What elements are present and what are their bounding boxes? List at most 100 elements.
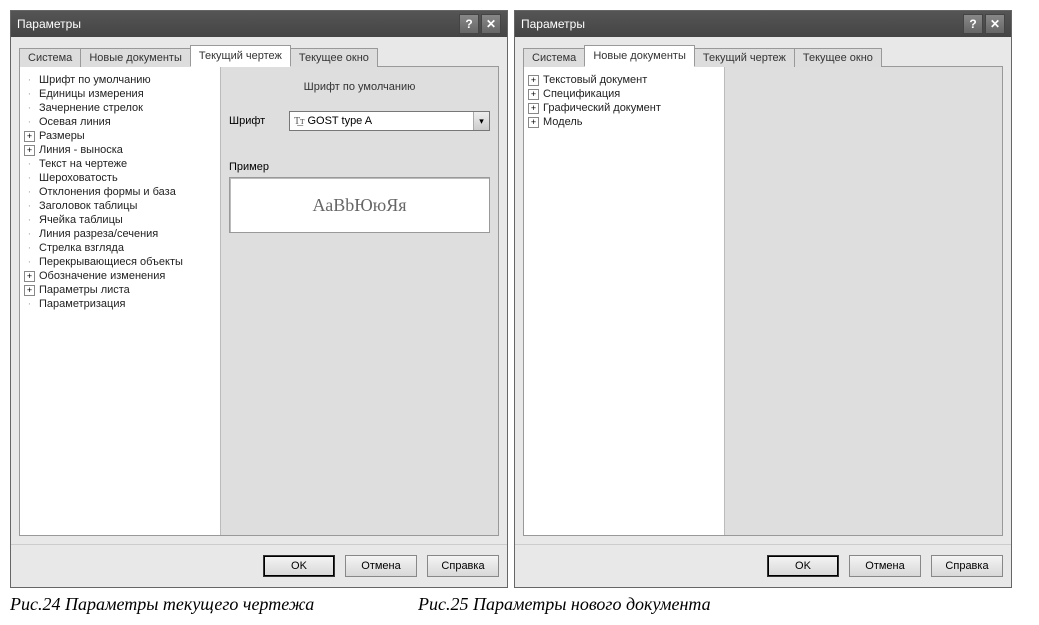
tree-item-label: Осевая линия: [39, 116, 111, 128]
help-button[interactable]: Справка: [427, 555, 499, 577]
tree-item-label: Текстовый документ: [543, 74, 647, 86]
cancel-button[interactable]: Отмена: [849, 555, 921, 577]
chevron-down-icon: ▾: [473, 112, 489, 130]
tree-item[interactable]: ·Параметризация: [24, 297, 216, 311]
tree-item[interactable]: ·Отклонения формы и база: [24, 185, 216, 199]
help-button[interactable]: Справка: [931, 555, 1003, 577]
tree-pane: ·Шрифт по умолчанию·Единицы измерения·За…: [20, 67, 220, 535]
tree-item[interactable]: · Единицы измерения: [24, 87, 216, 101]
tree-item-label: Размеры: [39, 130, 85, 142]
expand-icon[interactable]: +: [24, 285, 35, 296]
tree-item[interactable]: +Обозначение изменения: [24, 269, 216, 283]
tree-item-label: Единицы измерения: [39, 88, 144, 100]
help-titlebar-button[interactable]: ?: [459, 14, 479, 34]
tab-system[interactable]: Система: [523, 48, 585, 67]
tree-branch-icon: ·: [24, 214, 35, 226]
close-icon: ✕: [990, 17, 1000, 31]
expand-icon[interactable]: +: [528, 103, 539, 114]
titlebar: Параметры ? ✕: [11, 11, 507, 37]
tree-item[interactable]: · Шрифт по умолчанию: [24, 73, 216, 87]
tree-item-label: Параметры листа: [39, 284, 130, 296]
cancel-button[interactable]: Отмена: [345, 555, 417, 577]
section-title: Шрифт по умолчанию: [229, 75, 490, 111]
tab-new-documents[interactable]: Новые документы: [584, 45, 695, 67]
tree-item-label: Стрелка взгляда: [39, 242, 124, 254]
tree-item[interactable]: + Модель: [528, 115, 720, 129]
tree-branch-icon: ·: [24, 158, 35, 170]
tabpanel: + Текстовый документ + Спецификация + Графиче…: [523, 66, 1003, 536]
expand-icon[interactable]: +: [24, 131, 35, 142]
expand-icon[interactable]: +: [528, 117, 539, 128]
tree-item-label: Спецификация: [543, 88, 620, 100]
tree-branch-icon: ·: [24, 172, 35, 184]
figure-captions: Рис.24 Параметры текущего чертежа Рис.25…: [10, 594, 1029, 615]
tree-item[interactable]: + Текстовый документ: [528, 73, 720, 87]
tree-branch-icon: ·: [24, 242, 35, 254]
tree-item[interactable]: + Спецификация: [528, 87, 720, 101]
tree-branch-icon: ·: [24, 228, 35, 240]
tab-current-drawing[interactable]: Текущий чертеж: [190, 45, 291, 67]
tree-item-label: Линия - выноска: [39, 144, 123, 156]
expand-icon[interactable]: +: [24, 271, 35, 282]
close-icon: ✕: [486, 17, 496, 31]
tree-item[interactable]: + Графический документ: [528, 101, 720, 115]
font-label: Шрифт: [229, 115, 279, 127]
dialog-parameters-right: Параметры ? ✕ Система Новые документы Те…: [514, 10, 1012, 588]
tree-item[interactable]: ·Заголовок таблицы: [24, 199, 216, 213]
tree-item[interactable]: · Стрелка взгляда: [24, 241, 216, 255]
expand-icon[interactable]: +: [528, 89, 539, 100]
tree-item-label: Зачернение стрелок: [39, 102, 143, 114]
tree-item-label: Шероховатость: [39, 172, 118, 184]
tree-item[interactable]: · Осевая линия: [24, 115, 216, 129]
tab-current-drawing[interactable]: Текущий чертеж: [694, 48, 795, 67]
caption-right: Рис.25 Параметры нового документа: [418, 594, 711, 615]
caption-left: Рис.24 Параметры текущего чертежа: [10, 594, 410, 615]
font-dropdown[interactable]: T͟ᴛ GOST type A ▾: [289, 111, 490, 131]
tree-item[interactable]: · Текст на чертеже: [24, 157, 216, 171]
titlebar: Параметры ? ✕: [515, 11, 1011, 37]
tree-branch-icon: ·: [24, 102, 35, 114]
tree-item[interactable]: · Шероховатость: [24, 171, 216, 185]
font-preview: АаВbЮюЯя: [229, 177, 490, 233]
tree-item[interactable]: ·Ячейка таблицы: [24, 213, 216, 227]
titlebar-text: Параметры: [521, 17, 963, 31]
expand-icon[interactable]: +: [528, 75, 539, 86]
tree-item-label: Линия разреза/сечения: [39, 228, 158, 240]
tree-branch-icon: ·: [24, 74, 35, 86]
font-type-icon: T͟ᴛ: [294, 116, 304, 127]
settings-pane: Шрифт по умолчанию Шрифт T͟ᴛ GOST type A…: [220, 67, 498, 535]
titlebar-text: Параметры: [17, 17, 459, 31]
tab-new-documents[interactable]: Новые документы: [80, 48, 191, 67]
tab-current-window[interactable]: Текущее окно: [290, 48, 378, 67]
tree-item-label: Модель: [543, 116, 582, 128]
dialog-buttons: OK Отмена Справка: [11, 544, 507, 587]
tree-item[interactable]: + Параметры листа: [24, 283, 216, 297]
preview-label: Пример: [229, 161, 279, 173]
tree-item-label: Шрифт по умолчанию: [39, 74, 151, 86]
tree-item[interactable]: · Линия разреза/сечения: [24, 227, 216, 241]
tab-system[interactable]: Система: [19, 48, 81, 67]
tabstrip: Система Новые документы Текущий чертеж Т…: [523, 45, 1003, 67]
dialog-parameters-left: Параметры ? ✕ Система Новые документы Те…: [10, 10, 508, 588]
close-titlebar-button[interactable]: ✕: [481, 14, 501, 34]
tree-item[interactable]: · Зачернение стрелок: [24, 101, 216, 115]
tree-item-label: Перекрывающиеся объекты: [39, 256, 183, 268]
tree-item-label: Графический документ: [543, 102, 661, 114]
tab-current-window[interactable]: Текущее окно: [794, 48, 882, 67]
ok-button[interactable]: OK: [263, 555, 335, 577]
tree-item[interactable]: + Размеры: [24, 129, 216, 143]
ok-button[interactable]: OK: [767, 555, 839, 577]
tree-branch-icon: ·: [24, 186, 35, 198]
tree-branch-icon: ·: [24, 88, 35, 100]
font-dropdown-value: GOST type A: [307, 115, 372, 127]
settings-pane-empty: [724, 67, 1002, 535]
tree-item[interactable]: ·Перекрывающиеся объекты: [24, 255, 216, 269]
expand-icon[interactable]: +: [24, 145, 35, 156]
close-titlebar-button[interactable]: ✕: [985, 14, 1005, 34]
tree-item-label: Текст на чертеже: [39, 158, 127, 170]
help-titlebar-button[interactable]: ?: [963, 14, 983, 34]
tree-item[interactable]: + Линия - выноска: [24, 143, 216, 157]
tree-branch-icon: ·: [24, 116, 35, 128]
dialog-buttons: OK Отмена Справка: [515, 544, 1011, 587]
tabpanel: ·Шрифт по умолчанию·Единицы измерения·За…: [19, 66, 499, 536]
